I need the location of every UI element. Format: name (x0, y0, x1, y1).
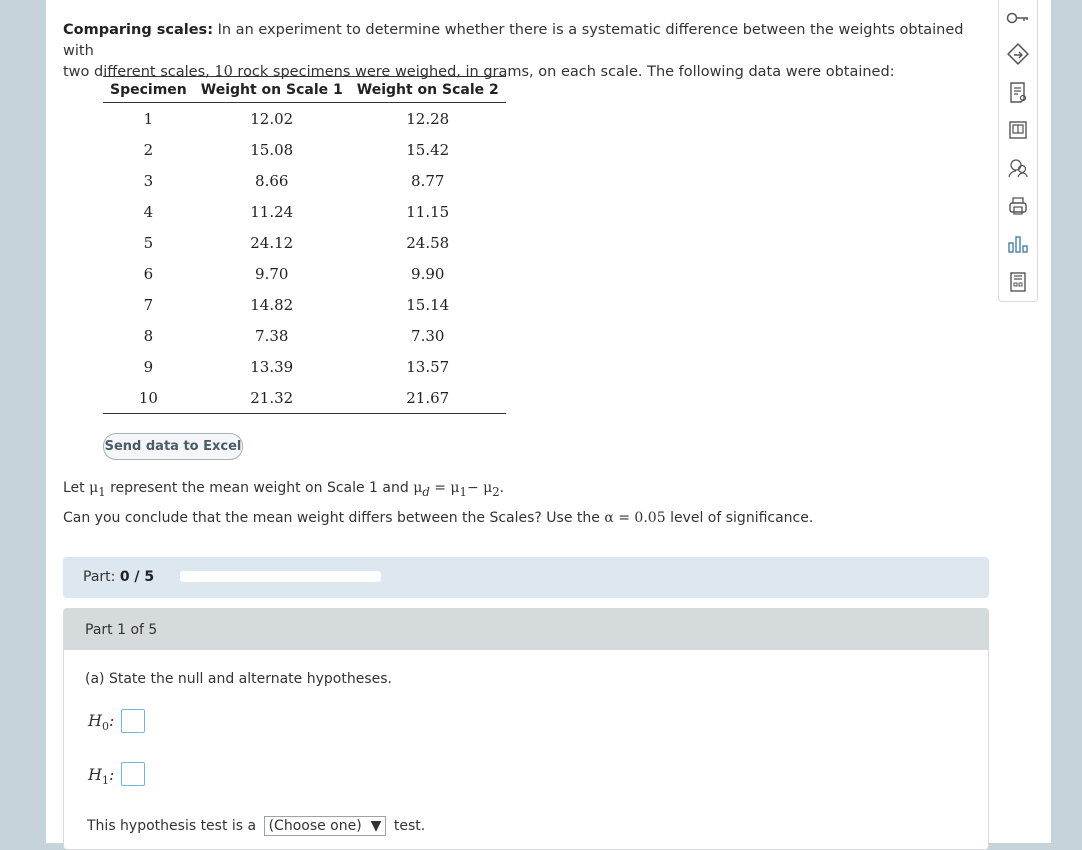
cell-scale2: 12.28 (406, 109, 450, 128)
table-row: 7 14.82 15.14 (103, 289, 506, 320)
eq-mu1-subscript: 1 (459, 484, 467, 499)
cell-specimen: 5 (143, 233, 154, 252)
question-text-b: level of significance. (670, 510, 814, 526)
h0-colon: : (108, 711, 115, 730)
header-scale2: Weight on Scale 2 (349, 76, 506, 103)
mud-glyph: μ (413, 480, 423, 496)
h0-label: H0: (88, 711, 114, 733)
cell-scale2: 9.90 (411, 264, 445, 283)
eq-mu2-subscript: 2 (492, 484, 500, 499)
cell-specimen: 9 (143, 357, 154, 376)
cell-scale1: 13.39 (250, 357, 294, 376)
cell-scale1: 15.08 (250, 140, 294, 159)
header-specimen: Specimen (103, 76, 194, 103)
h0-subscript: 0 (101, 720, 109, 734)
test-text-b: test. (393, 818, 426, 834)
definition-middle: represent the mean weight on Scale 1 and (110, 480, 409, 496)
cell-specimen: 2 (143, 140, 154, 159)
part-progress-label: Part: 0 / 5 (83, 569, 154, 585)
cell-scale2: 7.30 (411, 326, 445, 345)
select-value: (Choose one) (268, 818, 362, 834)
progress-label-text: Part: (83, 569, 116, 585)
key-icon[interactable] (1004, 4, 1032, 32)
chevron-down-icon: ▼ (370, 818, 382, 834)
progress-value: 0 / 5 (119, 569, 155, 585)
cell-scale2: 11.15 (406, 202, 450, 221)
table-row: 4 11.24 11.15 (103, 196, 506, 227)
progress-track (180, 571, 381, 582)
cell-scale1: 11.24 (250, 202, 294, 221)
mud-equation: μd = μ1− μ2. (413, 480, 505, 499)
mean-definition: Let μ1 represent the mean weight on Scal… (63, 480, 504, 499)
cell-specimen: 1 (143, 109, 154, 128)
mu1-subscript: 1 (98, 484, 106, 499)
notes-icon[interactable] (1004, 78, 1032, 106)
table-row: 9 13.39 13.57 (103, 351, 506, 382)
data-table: Specimen Weight on Scale 1 Weight on Sca… (103, 76, 506, 414)
part-header: Part 1 of 5 (64, 609, 988, 650)
cell-specimen: 4 (143, 202, 154, 221)
calculator-icon[interactable] (1004, 268, 1032, 296)
tutor-icon[interactable] (1004, 154, 1032, 182)
test-text-a: This hypothesis test is a (87, 818, 257, 834)
ebook-icon[interactable] (1004, 116, 1032, 144)
table-row: 6 9.70 9.90 (103, 258, 506, 289)
question-text: Can you conclude that the mean weight di… (63, 510, 813, 526)
h1-label: H1: (88, 765, 114, 787)
print-icon[interactable] (1004, 192, 1032, 220)
cell-specimen: 10 (138, 388, 158, 407)
cell-scale1: 14.82 (250, 295, 294, 314)
cell-scale1: 12.02 (250, 109, 294, 128)
eq-minus-mu2: − μ (466, 480, 493, 496)
cell-specimen: 3 (143, 171, 154, 190)
cell-scale2: 13.57 (406, 357, 450, 376)
h1-subscript: 1 (101, 774, 109, 788)
mu1-symbol: μ1 (89, 480, 106, 499)
cell-scale2: 24.58 (406, 233, 450, 252)
cell-specimen: 7 (143, 295, 154, 314)
table-row: 3 8.66 8.77 (103, 165, 506, 196)
table-row: 10 21.32 21.67 (103, 382, 506, 414)
cell-scale2: 15.42 (406, 140, 450, 159)
header-scale1: Weight on Scale 1 (193, 76, 350, 103)
mud-subscript: d (422, 484, 430, 499)
table-row: 8 7.38 7.30 (103, 320, 506, 351)
cell-scale1: 24.12 (250, 233, 294, 252)
cell-specimen: 6 (143, 264, 154, 283)
eq-mu1: = μ (434, 480, 460, 496)
problem-page: Comparing scales: In an experiment to de… (46, 0, 1051, 850)
table-row: 5 24.12 24.58 (103, 227, 506, 258)
cell-scale2: 8.77 (411, 171, 445, 190)
part-progress-bar: Part: 0 / 5 (63, 557, 989, 598)
problem-title: Comparing scales: (63, 22, 213, 38)
part-prompt: (a) State the null and alternate hypothe… (85, 671, 392, 687)
h0-letter: H (88, 711, 102, 730)
cell-scale2: 15.14 (406, 295, 450, 314)
cell-scale1: 9.70 (255, 264, 289, 283)
test-type-line: This hypothesis test is a (Choose one) ▼… (87, 816, 425, 836)
table-row: 2 15.08 15.42 (103, 134, 506, 165)
question-text-a: Can you conclude that the mean weight di… (63, 510, 600, 526)
h1-letter: H (88, 765, 102, 784)
alpha-value: α = 0.05 (604, 510, 666, 526)
tools-sidebar (998, 0, 1038, 302)
problem-statement: Comparing scales: In an experiment to de… (63, 20, 993, 83)
table-row: 1 12.02 12.28 (103, 103, 506, 135)
cell-scale1: 21.32 (250, 388, 294, 407)
mu1-glyph: μ (89, 480, 99, 496)
send-to-excel-button[interactable]: Send data to Excel (103, 433, 243, 460)
cell-scale1: 8.66 (255, 171, 289, 190)
cell-specimen: 8 (143, 326, 154, 345)
h1-answer-box[interactable] (121, 762, 145, 786)
cell-scale2: 21.67 (406, 388, 450, 407)
cell-scale1: 7.38 (255, 326, 289, 345)
definition-let: Let (63, 480, 85, 496)
eq-end: . (499, 480, 505, 496)
part-panel: Part 1 of 5 (a) State the null and alter… (63, 608, 989, 850)
test-type-select[interactable]: (Choose one) ▼ (263, 816, 387, 836)
compass-icon[interactable] (1004, 40, 1032, 68)
h0-answer-box[interactable] (121, 709, 145, 733)
h1-colon: : (108, 765, 115, 784)
chart-icon[interactable] (1004, 230, 1032, 258)
